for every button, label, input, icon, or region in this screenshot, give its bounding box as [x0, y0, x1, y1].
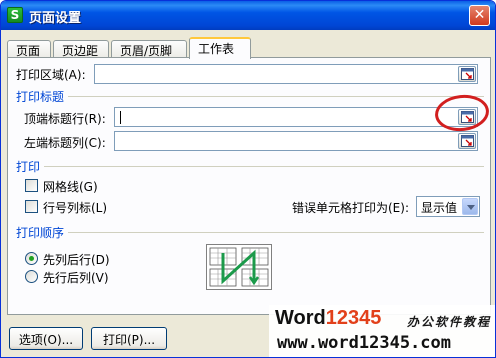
watermark-tagline: 办公软件教程 [407, 315, 492, 329]
left-cols-input[interactable] [114, 131, 478, 151]
row-col-headers-checkbox[interactable] [25, 200, 38, 213]
gridlines-checkbox[interactable] [25, 179, 38, 192]
print-divider [44, 166, 484, 167]
print-area-collapse-button[interactable] [458, 66, 476, 82]
tab-sheet[interactable]: 工作表 [189, 37, 251, 59]
close-button[interactable]: ✕ [469, 5, 490, 26]
tab-margins[interactable]: 页边距 [53, 40, 109, 58]
page-setup-dialog: S 页面设置 ✕ 页面 页边距 页眉/页脚 工作表 打印区域(A): 打印标题 … [0, 0, 496, 358]
page-order-divider [68, 232, 484, 233]
tab-page[interactable]: 页面 [7, 40, 51, 58]
collapse-dialog-icon [461, 135, 474, 147]
site-watermark: Word12345 办公软件教程 www.word12345.com [269, 305, 495, 357]
top-rows-label: 顶端标题行(R): [24, 112, 106, 126]
left-cols-collapse-button[interactable] [458, 133, 476, 149]
page-order-diagram-icon [209, 247, 269, 287]
left-cols-label: 左端标题列(C): [24, 136, 106, 150]
options-button[interactable]: 选项(O)... [9, 327, 83, 350]
down-then-over-radio[interactable] [25, 252, 38, 265]
cell-errors-select[interactable]: 显示值 [416, 196, 480, 217]
watermark-url: www.word12345.com [277, 333, 451, 353]
dialog-title: 页面设置 [29, 11, 82, 26]
cell-errors-value: 显示值 [421, 201, 458, 215]
chevron-down-icon[interactable] [462, 198, 478, 215]
row-col-headers-label: 行号列标(L) [43, 201, 108, 215]
cell-errors-label: 错误单元格打印为(E): [292, 201, 409, 215]
top-rows-input[interactable] [114, 107, 478, 127]
watermark-logo: Word12345 [275, 307, 381, 330]
watermark-logo-word: Word [275, 307, 326, 329]
page-order-group-title: 打印顺序 [16, 226, 65, 240]
gridlines-label: 网格线(G) [43, 180, 98, 194]
print-group-title: 打印 [16, 160, 41, 174]
collapse-dialog-icon [461, 68, 474, 80]
print-area-label: 打印区域(A): [16, 68, 86, 82]
wps-app-icon: S [7, 7, 23, 23]
print-button[interactable]: 打印(P)... [91, 327, 167, 350]
over-then-down-label: 先行后列(V) [43, 271, 109, 285]
watermark-logo-num: 12345 [325, 307, 382, 329]
tab-header-footer[interactable]: 页眉/页脚 [111, 40, 187, 58]
page-order-preview [206, 244, 272, 290]
print-titles-group-title: 打印标题 [16, 90, 65, 104]
sheet-tab-panel: 打印区域(A): 打印标题 顶端标题行(R): 左端标题列(C): 打印 网格线… [7, 57, 491, 315]
title-bar: S 页面设置 ✕ [1, 1, 495, 30]
text-caret [120, 111, 121, 124]
down-then-over-label: 先列后行(D) [43, 253, 110, 267]
over-then-down-radio[interactable] [25, 270, 38, 283]
print-titles-divider [68, 96, 484, 97]
print-area-input[interactable] [94, 64, 478, 84]
